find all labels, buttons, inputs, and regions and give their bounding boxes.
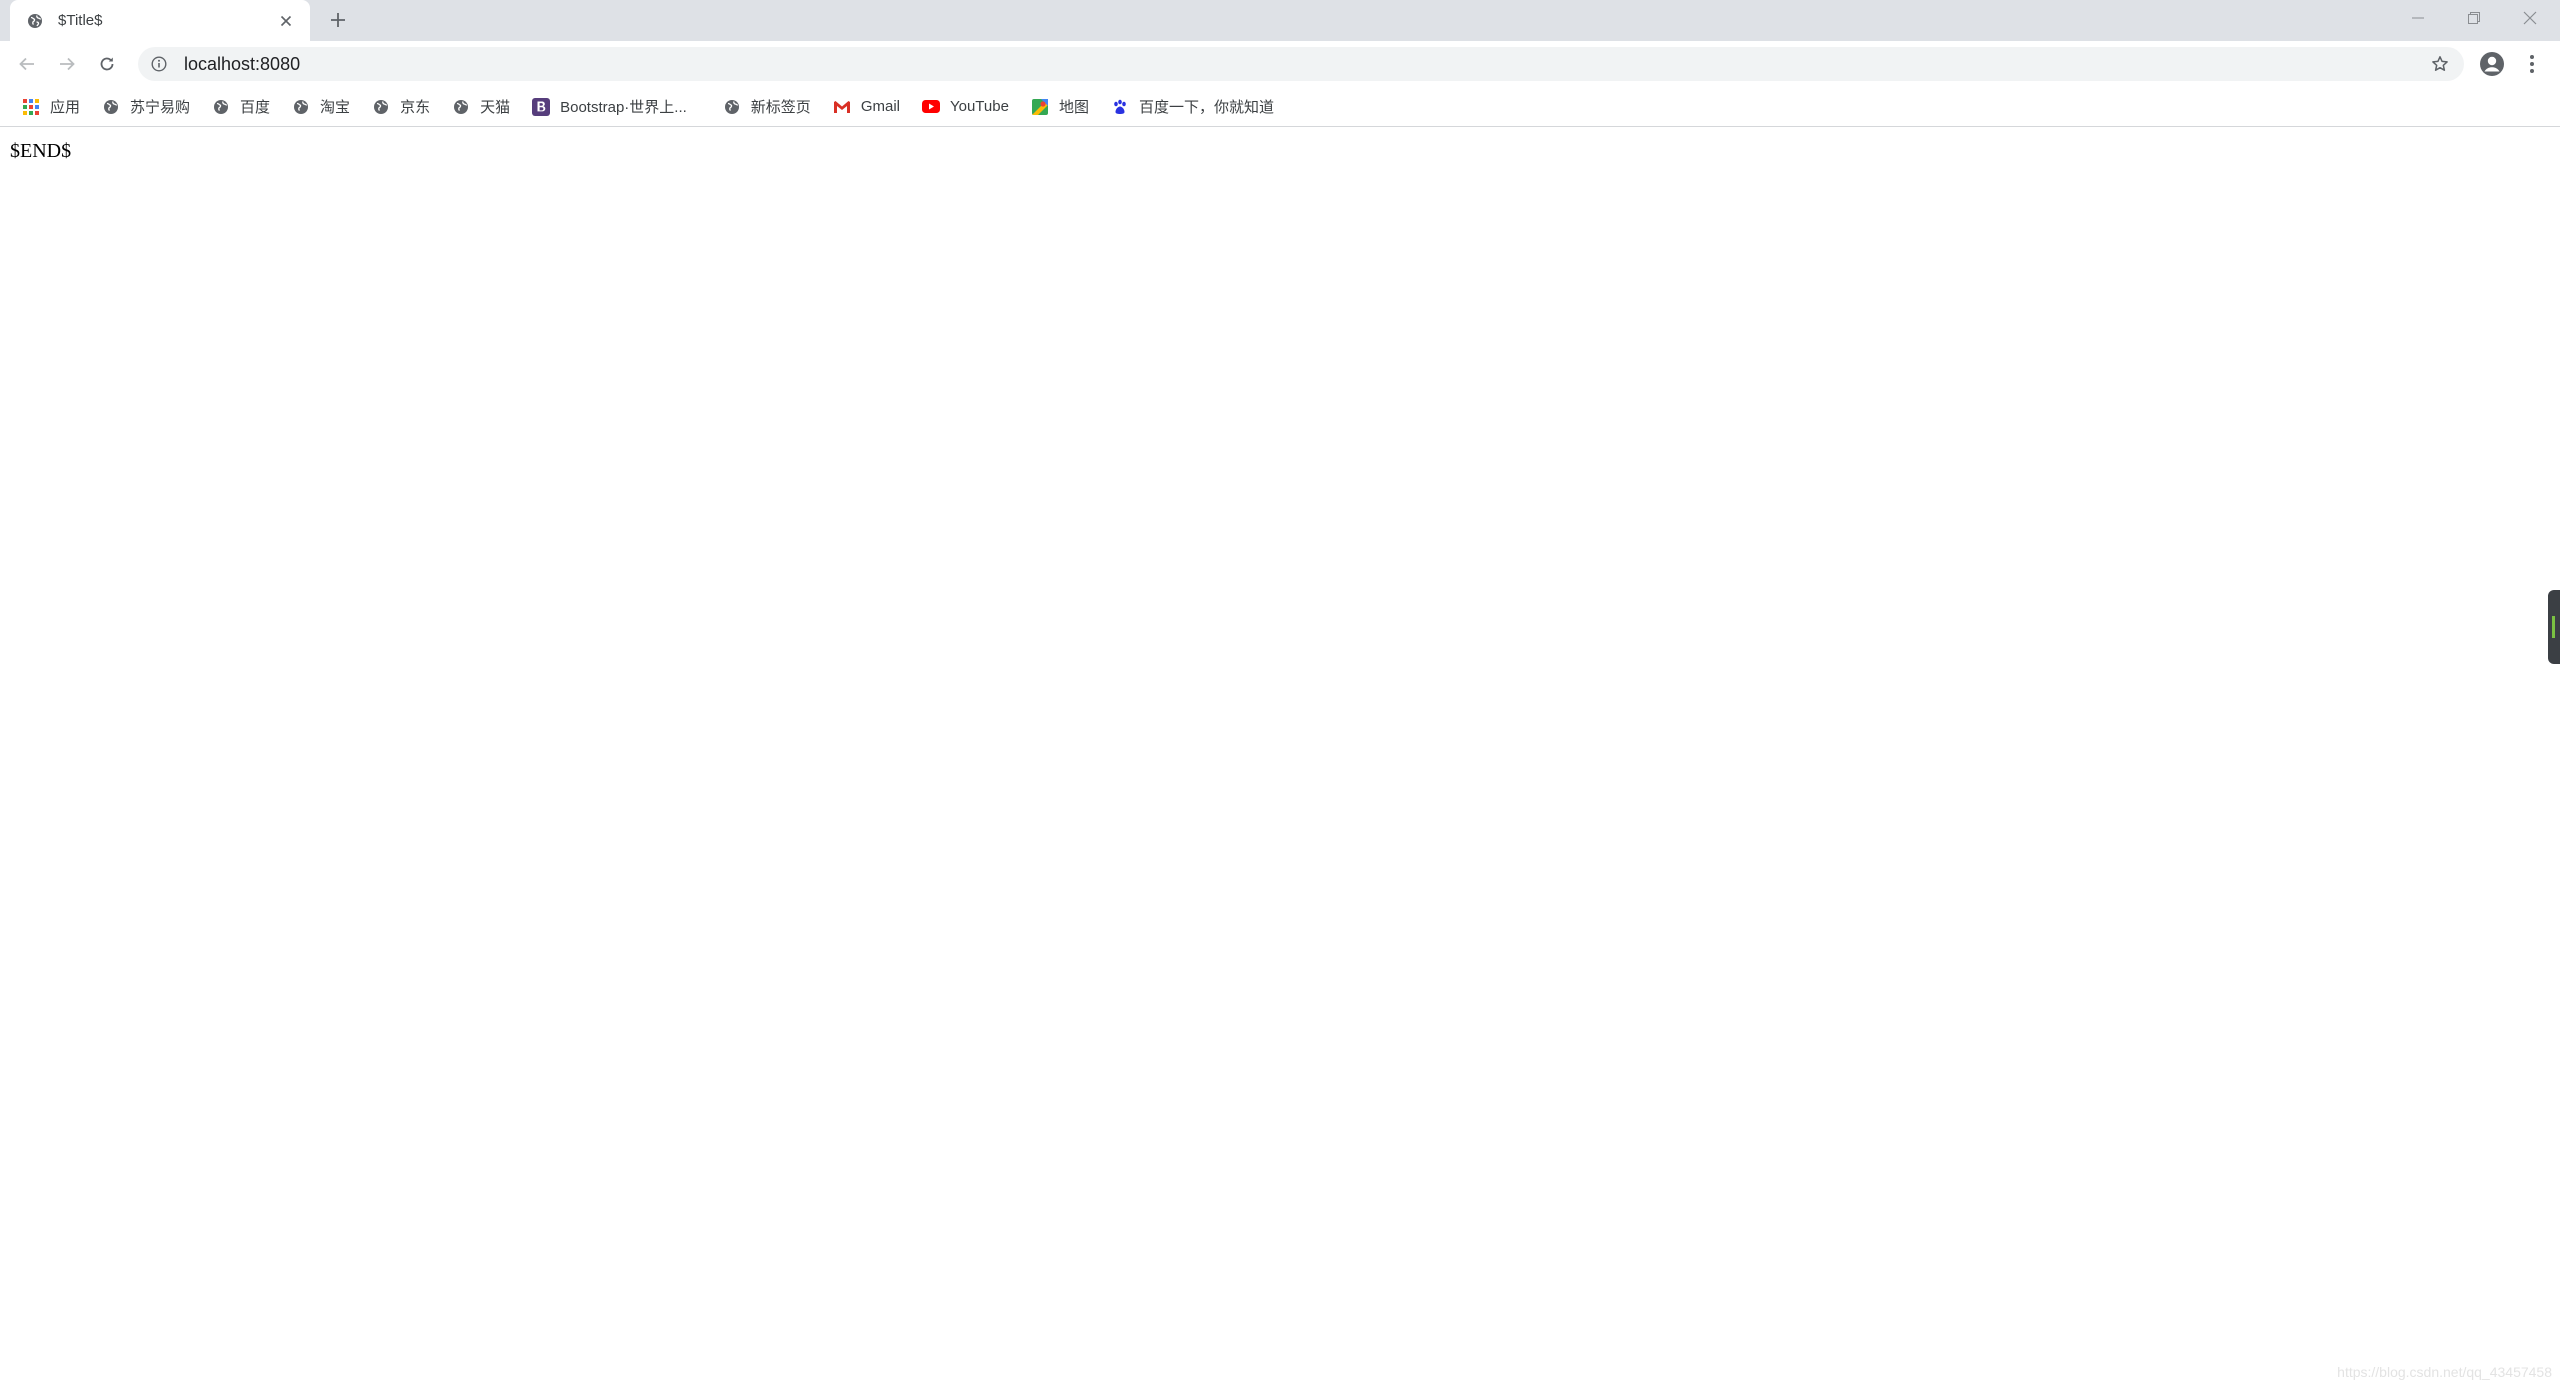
profile-avatar-icon[interactable] xyxy=(2478,50,2506,78)
bookmark-label: Bootstrap·世界上... xyxy=(560,99,687,116)
new-tab-button[interactable] xyxy=(326,8,350,32)
baidu-paw-icon xyxy=(1111,98,1129,116)
browser-tab[interactable]: $Title$ xyxy=(10,0,310,41)
bookmark-baidu-search[interactable]: 百度一下，你就知道 xyxy=(1103,92,1282,122)
bookmark-suning[interactable]: 苏宁易购 xyxy=(94,92,198,122)
menu-kebab-icon[interactable] xyxy=(2518,50,2546,78)
bookmark-label: 应用 xyxy=(50,99,81,116)
side-panel-handle[interactable] xyxy=(2548,590,2560,664)
restore-icon[interactable] xyxy=(2446,0,2502,36)
bookmark-label: 百度 xyxy=(240,99,271,116)
bookmark-baidu[interactable]: 百度 xyxy=(204,92,278,122)
bookmark-star-icon[interactable] xyxy=(2430,54,2450,74)
page-viewport: $END$ https://blog.csdn.net/qq_43457458 xyxy=(0,128,2560,1390)
globe-icon xyxy=(723,98,741,116)
bookmark-label: Gmail xyxy=(860,98,900,115)
tab-strip: $Title$ xyxy=(0,0,2560,41)
globe-icon xyxy=(212,98,230,116)
bookmark-label: YouTube xyxy=(949,98,1009,115)
reload-icon[interactable] xyxy=(93,50,121,78)
globe-icon xyxy=(452,98,470,116)
forward-icon[interactable] xyxy=(53,50,81,78)
bookmark-label: 新标签页 xyxy=(750,99,811,116)
minimize-icon[interactable] xyxy=(2390,0,2446,36)
bookmark-label: 百度一下，你就知道 xyxy=(1138,99,1274,116)
info-icon[interactable] xyxy=(150,55,168,73)
bookmark-youtube[interactable]: YouTube xyxy=(914,92,1017,122)
bookmark-label: 淘宝 xyxy=(320,99,351,116)
bookmark-tmall[interactable]: 天猫 xyxy=(444,92,518,122)
bookmark-apps[interactable]: 应用 xyxy=(14,92,88,122)
browser-toolbar: localhost:8080 xyxy=(0,41,2560,87)
tab-title: $Title$ xyxy=(58,12,103,29)
bookmark-taobao[interactable]: 淘宝 xyxy=(284,92,358,122)
apps-grid-icon xyxy=(22,98,40,116)
close-icon[interactable] xyxy=(276,11,296,31)
globe-icon xyxy=(292,98,310,116)
bootstrap-icon xyxy=(532,97,551,116)
address-bar[interactable]: localhost:8080 xyxy=(138,47,2464,81)
bookmark-label: 地图 xyxy=(1058,99,1089,116)
bookmark-new-tab-page[interactable]: 新标签页 xyxy=(715,92,819,122)
bookmark-gmail[interactable]: Gmail xyxy=(825,92,908,122)
bookmark-bootstrap[interactable]: Bootstrap·世界上... xyxy=(524,92,695,122)
watermark: https://blog.csdn.net/qq_43457458 xyxy=(2337,1364,2552,1380)
youtube-icon xyxy=(921,98,940,116)
close-window-icon[interactable] xyxy=(2502,0,2558,36)
maps-icon xyxy=(1031,98,1049,116)
back-icon[interactable] xyxy=(13,50,41,78)
url-text: localhost:8080 xyxy=(184,53,301,74)
globe-icon xyxy=(26,12,44,30)
bookmark-label: 天猫 xyxy=(480,99,511,116)
gmail-icon xyxy=(833,98,851,116)
globe-icon xyxy=(102,98,120,116)
bookmark-label: 京东 xyxy=(400,99,431,116)
page-body-text: $END$ xyxy=(10,140,72,162)
bookmark-maps[interactable]: 地图 xyxy=(1023,92,1097,122)
bookmark-jd[interactable]: 京东 xyxy=(364,92,438,122)
bookmark-label: 苏宁易购 xyxy=(130,99,191,116)
bookmarks-bar: 应用 苏宁易购 百度 淘宝 京东 天猫 Bootstrap·世界上... 新标签… xyxy=(0,87,2560,127)
globe-icon xyxy=(372,98,390,116)
